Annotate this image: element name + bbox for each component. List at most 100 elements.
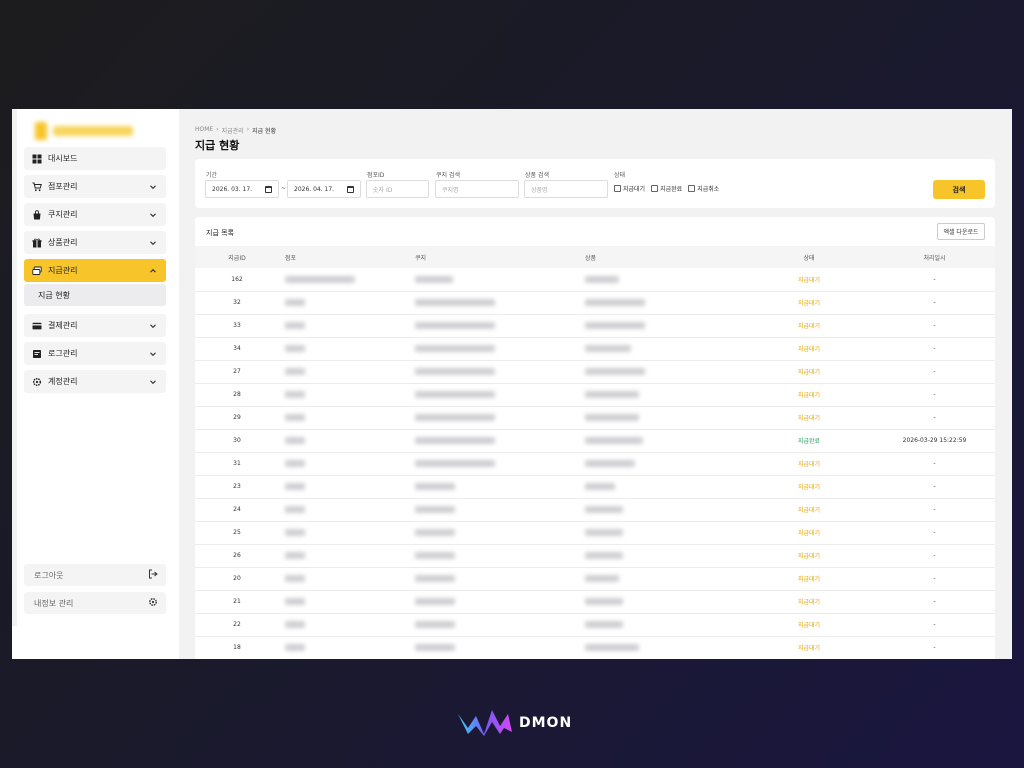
product-search-placeholder: 상품명: [531, 186, 548, 194]
redacted-kuji: [415, 414, 495, 421]
redacted-kuji: [415, 483, 455, 490]
redacted-product: [585, 414, 639, 421]
cell-product: [579, 636, 744, 659]
sidebar-item-1[interactable]: 점포관리: [24, 175, 166, 198]
cell-kuji: [409, 475, 579, 499]
table-row[interactable]: 30 지급완료 2026-03-29 15:22:59: [195, 429, 995, 453]
redacted-kuji: [415, 529, 455, 536]
cell-kuji: [409, 360, 579, 384]
table-row[interactable]: 22 지급대기 -: [195, 613, 995, 637]
filter-panel: 기간 2026. 03. 17. ~ 2026. 04. 17. 점포ID 숫자…: [195, 159, 995, 208]
table-row[interactable]: 25 지급대기 -: [195, 521, 995, 545]
chevron-down-icon: [148, 349, 158, 359]
sidebar-item-label: 점포관리: [48, 182, 78, 191]
my-info-label: 내정보 관리: [34, 598, 74, 608]
page-title: 지급 현황: [195, 139, 240, 152]
table-row[interactable]: 23 지급대기 -: [195, 475, 995, 499]
breadcrumb-home[interactable]: HOME: [195, 126, 213, 135]
cell-status: 지급대기: [744, 498, 874, 522]
checkbox[interactable]: [651, 185, 659, 192]
table-row[interactable]: 33 지급대기 -: [195, 314, 995, 338]
cell-status: 지급대기: [744, 406, 874, 430]
table-row[interactable]: 34 지급대기 -: [195, 337, 995, 361]
cell-store: [279, 636, 409, 659]
breadcrumb-separator: ›: [246, 126, 250, 133]
checkbox[interactable]: [614, 185, 621, 192]
logout-button[interactable]: 로그아웃: [24, 564, 166, 586]
my-info-button[interactable]: 내정보 관리: [24, 592, 166, 614]
cell-status: 지급대기: [744, 337, 874, 361]
sidebar-item-4[interactable]: 지급관리: [24, 259, 166, 282]
table-row[interactable]: 31 지급대기 -: [195, 452, 995, 476]
cell-processed-at: -: [874, 268, 995, 292]
sidebar-item-label: 로그관리: [48, 349, 78, 358]
breadcrumb-section[interactable]: 지급관리: [222, 126, 244, 135]
table-row[interactable]: 162 지급대기 -: [195, 268, 995, 292]
cell-product: [579, 567, 744, 591]
product-search-input[interactable]: 상품명: [524, 180, 608, 198]
cell-processed-at: -: [874, 498, 995, 522]
table-row[interactable]: 29 지급대기 -: [195, 406, 995, 430]
redacted-store: [285, 506, 305, 513]
redacted-store: [285, 644, 305, 651]
cell-processed-at: -: [874, 383, 995, 407]
table-row[interactable]: 21 지급대기 -: [195, 590, 995, 614]
cell-processed-at: -: [874, 337, 995, 361]
cell-store: [279, 613, 409, 637]
date-from-value: 2026. 03. 17.: [212, 185, 253, 193]
cell-store: [279, 544, 409, 568]
kuji-search-input[interactable]: 쿠지명: [435, 180, 519, 198]
cell-kuji: [409, 383, 579, 407]
product-search-label: 상품 검색: [525, 172, 549, 179]
sidebar-item-label: 상품관리: [48, 238, 78, 247]
checkbox-label: 지급완료: [660, 186, 683, 193]
cell-processed-at: -: [874, 475, 995, 499]
excel-download-button[interactable]: 엑셀 다운로드: [937, 223, 985, 240]
sidebar-item-2[interactable]: 쿠지관리: [24, 203, 166, 226]
sidebar-item-3[interactable]: 상품관리: [24, 231, 166, 254]
cell-id: 21: [195, 590, 279, 614]
table-row[interactable]: 28 지급대기 -: [195, 383, 995, 407]
table-row[interactable]: 24 지급대기 -: [195, 498, 995, 522]
redacted-kuji: [415, 345, 495, 352]
sidebar-item-6[interactable]: 로그관리: [24, 342, 166, 365]
sidebar-item-5[interactable]: 결제관리: [24, 314, 166, 337]
table-row[interactable]: 20 지급대기 -: [195, 567, 995, 591]
gift-icon: [32, 238, 42, 248]
sidebar: 대시보드점포관리쿠지관리상품관리지급관리지급 현황결제관리로그관리계정관리 로그…: [17, 109, 179, 626]
status-checkbox-cancelled[interactable]: 지급취소: [688, 184, 719, 193]
store-id-input[interactable]: 숫자 ID: [366, 180, 429, 198]
status-checkbox-completed[interactable]: 지급완료: [651, 184, 682, 193]
app-logo[interactable]: [35, 122, 145, 140]
store-id-placeholder: 숫자 ID: [373, 186, 393, 194]
table-row[interactable]: 26 지급대기 -: [195, 544, 995, 568]
cell-product: [579, 613, 744, 637]
redacted-kuji: [415, 644, 455, 651]
sidebar-item-7[interactable]: 계정관리: [24, 370, 166, 393]
table-row[interactable]: 18 지급대기 -: [195, 636, 995, 659]
cell-processed-at: -: [874, 314, 995, 338]
table-row[interactable]: 27 지급대기 -: [195, 360, 995, 384]
cell-status: 지급대기: [744, 567, 874, 591]
date-from-input[interactable]: 2026. 03. 17.: [205, 180, 279, 198]
brand-name: DMON: [519, 715, 573, 731]
cell-kuji: [409, 268, 579, 292]
sidebar-item-label: 지급관리: [48, 266, 78, 275]
checkbox[interactable]: [688, 185, 696, 192]
sidebar-footer-strip: [12, 626, 179, 659]
redacted-store: [285, 299, 305, 306]
sidebar-subitem-payment-status[interactable]: 지급 현황: [24, 284, 166, 306]
table-row[interactable]: 32 지급대기 -: [195, 291, 995, 315]
status-checkbox-waiting[interactable]: 지급대기: [614, 184, 645, 193]
search-button[interactable]: 검색: [933, 180, 985, 199]
redacted-store: [285, 552, 305, 559]
sidebar-item-0[interactable]: 대시보드: [24, 147, 166, 170]
date-to-input[interactable]: 2026. 04. 17.: [287, 180, 361, 198]
cell-processed-at: -: [874, 452, 995, 476]
cell-kuji: [409, 498, 579, 522]
cell-kuji: [409, 406, 579, 430]
redacted-product: [585, 575, 619, 582]
brand-footer: DMON: [456, 704, 572, 742]
cell-store: [279, 452, 409, 476]
cell-status: 지급대기: [744, 314, 874, 338]
